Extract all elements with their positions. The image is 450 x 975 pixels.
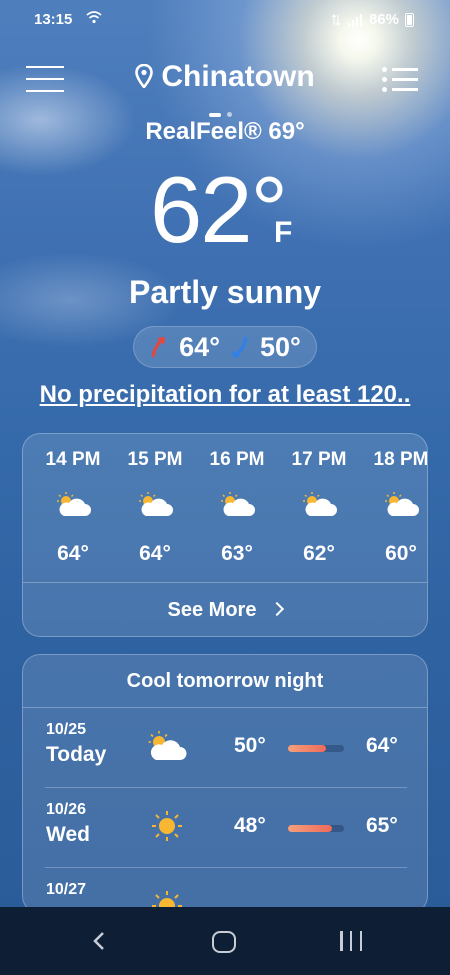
- status-bar: 13:15 86%: [0, 0, 450, 40]
- locations-list-icon[interactable]: [382, 67, 418, 93]
- signal-icon: [347, 13, 362, 27]
- day-low: 48°: [234, 814, 266, 837]
- temperature-range-bar: [288, 825, 344, 832]
- partly-sunny-icon: [221, 492, 255, 516]
- up-arrow-icon: [151, 337, 166, 358]
- hour-temperature: 63°: [221, 542, 253, 565]
- recent-apps-icon[interactable]: [340, 931, 362, 951]
- realfeel-temperature: RealFeel® 69°: [145, 118, 305, 145]
- hour-temperature: 62°: [303, 542, 335, 565]
- hour-time: 15 PM: [127, 449, 183, 470]
- hour-time: 17 PM: [291, 449, 347, 470]
- current-temperature-block: 62° F: [150, 160, 310, 260]
- day-date: 10/26: [46, 801, 87, 818]
- hour-temperature: 60°: [385, 542, 417, 565]
- day-high: 64°: [366, 734, 398, 757]
- home-icon[interactable]: [212, 931, 236, 953]
- wifi-icon: [86, 11, 102, 24]
- page-indicator: [209, 112, 232, 117]
- partly-sunny-icon: [303, 492, 337, 516]
- battery-icon: [405, 12, 414, 27]
- hourly-list[interactable]: 14 PM 64° 15 PM 64° 16 PM 63° 17 PM 62° …: [23, 434, 427, 582]
- partly-sunny-icon: [385, 492, 419, 516]
- day-low: 50°: [234, 734, 266, 757]
- day-date: 10/27: [46, 881, 87, 898]
- hour-time: 16 PM: [209, 449, 265, 470]
- current-temperature: 62°: [150, 157, 288, 262]
- temperature-unit[interactable]: F: [274, 216, 292, 250]
- status-time: 13:15: [34, 11, 73, 28]
- down-arrow-icon: [232, 336, 248, 358]
- daily-forecast-card: Cool tomorrow night 10/25 Today 50° 64° …: [22, 654, 428, 914]
- system-navigation-bar: [0, 907, 450, 975]
- partly-sunny-icon: [57, 492, 91, 516]
- day-name: Today: [46, 743, 107, 766]
- daily-forecast-title: Cool tomorrow night: [126, 670, 324, 692]
- low-temperature: 50°: [260, 331, 301, 362]
- hour-time: 18 PM: [373, 449, 428, 470]
- day-high: 65°: [366, 814, 398, 837]
- hour-time: 14 PM: [45, 449, 101, 470]
- hourly-forecast-card: 14 PM 64° 15 PM 64° 16 PM 63° 17 PM 62° …: [22, 433, 428, 637]
- precipitation-link[interactable]: No precipitation for at least 120..: [0, 381, 450, 409]
- high-temperature: 64°: [179, 331, 220, 362]
- data-transfer-icon: [331, 13, 341, 26]
- day-name: Wed: [46, 823, 90, 846]
- chevron-right-icon: [270, 601, 285, 617]
- location-name: Chinatown: [161, 60, 315, 93]
- daily-row[interactable]: 10/25 Today 50° 64°: [23, 707, 427, 787]
- high-low-pill: 64° 50°: [133, 326, 317, 368]
- see-more-button[interactable]: See More: [23, 582, 427, 636]
- partly-sunny-icon: [148, 731, 187, 760]
- back-icon[interactable]: [90, 931, 110, 951]
- hour-temperature: 64°: [139, 542, 171, 565]
- sunny-icon: [152, 811, 182, 841]
- weather-condition: Partly sunny: [128, 274, 322, 310]
- partly-sunny-icon: [139, 492, 173, 516]
- day-date: 10/25: [46, 721, 87, 738]
- temperature-range-bar: [288, 745, 344, 752]
- battery-percent: 86%: [368, 11, 399, 28]
- location-pin-icon: [135, 64, 154, 88]
- daily-row[interactable]: 10/26 Wed 48° 65°: [23, 787, 427, 867]
- hour-temperature: 64°: [57, 542, 89, 565]
- see-more-label: See More: [167, 599, 257, 621]
